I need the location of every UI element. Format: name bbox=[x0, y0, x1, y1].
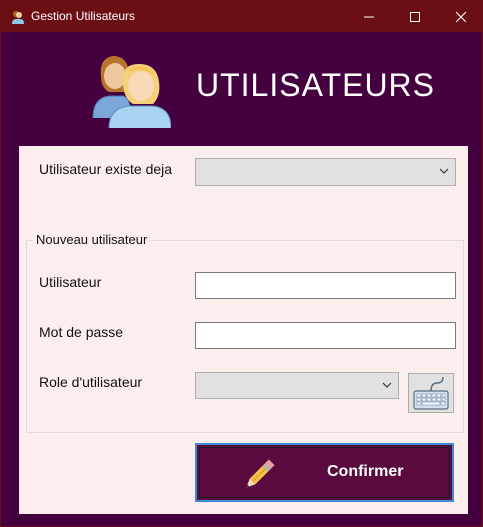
password-input[interactable] bbox=[195, 322, 456, 349]
keyboard-icon bbox=[413, 376, 449, 410]
chevron-down-icon bbox=[382, 382, 392, 388]
app-users-icon bbox=[12, 11, 24, 24]
users-icon bbox=[92, 56, 171, 128]
new-user-group-legend: Nouveau utilisateur bbox=[33, 232, 151, 247]
confirm-button[interactable]: Confirmer bbox=[195, 443, 454, 502]
title-bar: Gestion Utilisateurs bbox=[1, 1, 483, 32]
chevron-down-icon bbox=[439, 168, 449, 174]
username-label: Utilisateur bbox=[39, 274, 102, 290]
minimize-button[interactable] bbox=[346, 1, 392, 32]
keyboard-button[interactable] bbox=[408, 373, 454, 413]
close-icon bbox=[456, 11, 466, 22]
existing-user-label: Utilisateur existe deja bbox=[39, 161, 173, 177]
maximize-icon bbox=[410, 11, 420, 22]
maximize-button[interactable] bbox=[392, 1, 438, 32]
existing-user-select[interactable] bbox=[195, 158, 456, 186]
confirm-button-focus-frame bbox=[199, 447, 450, 498]
minimize-icon bbox=[364, 16, 374, 17]
page-title: UTILISATEURS bbox=[196, 67, 435, 103]
role-select[interactable] bbox=[195, 372, 399, 399]
confirm-label: Confirmer bbox=[327, 463, 404, 480]
username-input[interactable] bbox=[195, 272, 456, 299]
window-title: Gestion Utilisateurs bbox=[31, 9, 136, 23]
form-panel: Utilisateur existe deja Nouveau utilisat… bbox=[19, 146, 468, 514]
role-label: Role d'utilisateur bbox=[39, 374, 143, 390]
password-label: Mot de passe bbox=[39, 324, 124, 340]
close-button[interactable] bbox=[438, 1, 483, 32]
app-window: Gestion Utilisateurs UTILISATEURS Utilis… bbox=[0, 0, 483, 527]
pencil-icon bbox=[246, 459, 275, 488]
